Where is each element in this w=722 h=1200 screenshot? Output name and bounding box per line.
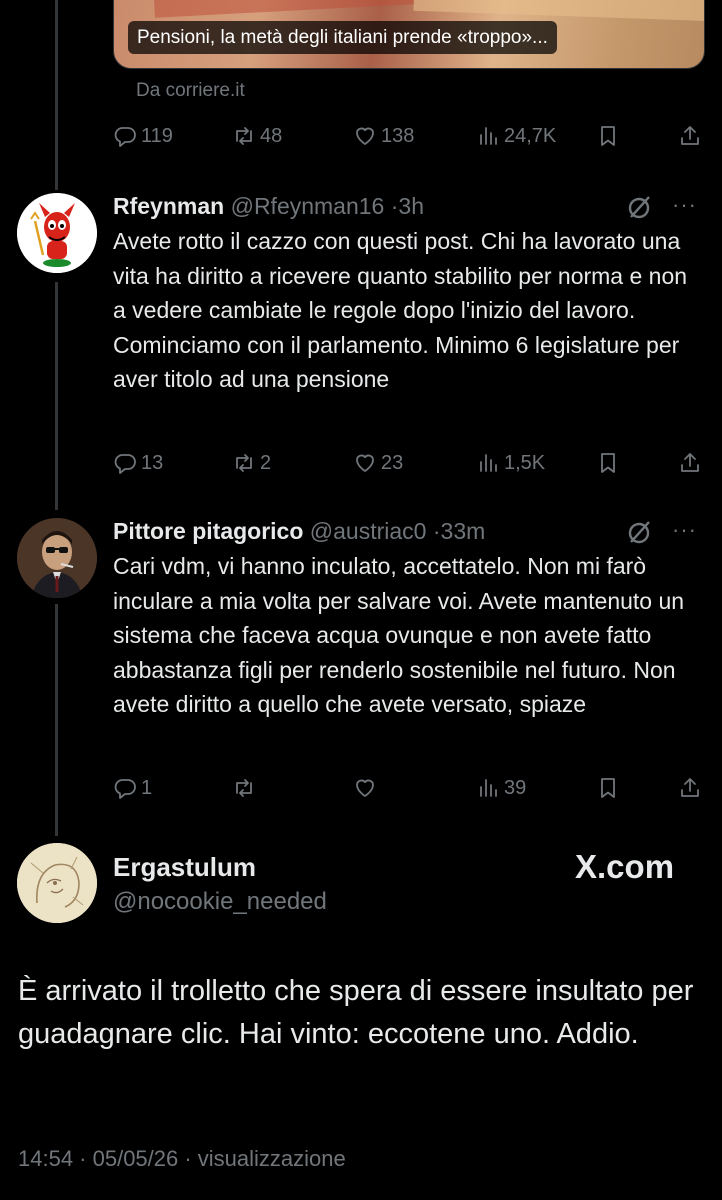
views-button[interactable]: 39 <box>476 773 526 803</box>
author-name[interactable]: Pittore pitagorico <box>113 518 303 544</box>
card-caption: Pensioni, la metà degli italiani prende … <box>128 21 557 54</box>
like-button[interactable]: 23 <box>353 448 403 478</box>
heart-icon <box>353 776 377 800</box>
tweet-text: Avete rotto il cazzo con questi post. Ch… <box>113 228 688 392</box>
bookmark-button[interactable] <box>596 121 620 151</box>
author-name[interactable]: Rfeynman <box>113 193 224 219</box>
reply-icon <box>113 776 137 800</box>
reply-icon <box>113 124 137 148</box>
reply-button[interactable]: 13 <box>113 448 163 478</box>
author-name[interactable]: Ergastulum <box>113 852 256 883</box>
repost-icon <box>232 451 256 475</box>
likes-count: 138 <box>381 124 415 147</box>
bookmark-icon <box>596 776 620 800</box>
repost-button[interactable]: 48 <box>232 121 282 151</box>
more-icon[interactable]: ··· <box>672 518 702 548</box>
link-card[interactable]: Pensioni, la metà degli italiani prende … <box>113 0 705 69</box>
tweet-header: Rfeynman @Rfeynman16 ·3h <box>113 193 424 220</box>
share-icon <box>678 124 702 148</box>
views-count: 24,7K <box>504 124 557 147</box>
thread-line <box>55 604 58 836</box>
avatar[interactable] <box>17 518 97 598</box>
post-text: È arrivato il trolletto che spera di ess… <box>18 975 694 1050</box>
reposts-count: 48 <box>260 124 283 147</box>
replies-count: 119 <box>141 124 173 147</box>
repost-button[interactable]: 2 <box>232 448 271 478</box>
reply-button[interactable]: 119 <box>113 121 173 151</box>
tweet-actions: 1 39 <box>113 773 703 803</box>
reply-icon <box>113 451 137 475</box>
bookmark-icon <box>596 124 620 148</box>
tweet-text: Cari vdm, vi hanno inculato, accettatelo… <box>113 553 685 717</box>
views-button[interactable]: 24,7K <box>476 121 556 151</box>
views-icon <box>476 776 500 800</box>
post-timestamp: 14:54 · 05/05/26 · visualizzazione <box>18 1146 346 1171</box>
thread-line <box>55 0 58 190</box>
grok-icon[interactable] <box>624 517 654 547</box>
avatar[interactable] <box>17 843 97 923</box>
x-watermark: X.com <box>575 848 675 885</box>
share-button[interactable] <box>678 448 702 478</box>
repost-button[interactable] <box>232 773 260 803</box>
more-icon[interactable]: ··· <box>672 193 702 223</box>
views-icon <box>476 124 500 148</box>
views-button[interactable]: 1,5K <box>476 448 545 478</box>
views-icon <box>476 451 500 475</box>
bookmark-icon <box>596 451 620 475</box>
avatar[interactable] <box>17 193 97 273</box>
share-icon <box>678 451 702 475</box>
share-icon <box>678 776 702 800</box>
card-source[interactable]: Da corriere.it <box>136 80 245 102</box>
repost-icon <box>232 776 256 800</box>
bookmark-button[interactable] <box>596 448 620 478</box>
tweet-actions: 119 48 138 24,7K <box>113 121 703 151</box>
heart-icon <box>353 124 377 148</box>
thread-line <box>55 282 58 510</box>
views-count: 39 <box>504 776 527 799</box>
replies-count: 13 <box>141 451 164 474</box>
replies-count: 1 <box>141 776 153 799</box>
likes-count: 23 <box>381 451 404 474</box>
tweet-header: Pittore pitagorico @austriac0 ·33m <box>113 518 485 545</box>
reply-button[interactable]: 1 <box>113 773 152 803</box>
tweet-time[interactable]: 33m <box>441 518 486 544</box>
separator-dot: · <box>432 518 441 544</box>
like-button[interactable] <box>353 773 381 803</box>
like-button[interactable]: 138 <box>353 121 414 151</box>
grok-icon[interactable] <box>624 192 654 222</box>
share-button[interactable] <box>678 121 702 151</box>
tweet-actions: 13 2 23 1,5K <box>113 448 703 478</box>
repost-icon <box>232 124 256 148</box>
author-handle[interactable]: @Rfeynman16 <box>231 193 385 219</box>
share-button[interactable] <box>678 773 702 803</box>
views-count: 1,5K <box>504 451 546 474</box>
author-handle[interactable]: @nocookie_needed <box>113 888 327 916</box>
author-handle[interactable]: @austriac0 <box>310 518 427 544</box>
tweet-time[interactable]: 3h <box>398 193 424 219</box>
bookmark-button[interactable] <box>596 773 620 803</box>
reposts-count: 2 <box>260 451 272 474</box>
heart-icon <box>353 451 377 475</box>
